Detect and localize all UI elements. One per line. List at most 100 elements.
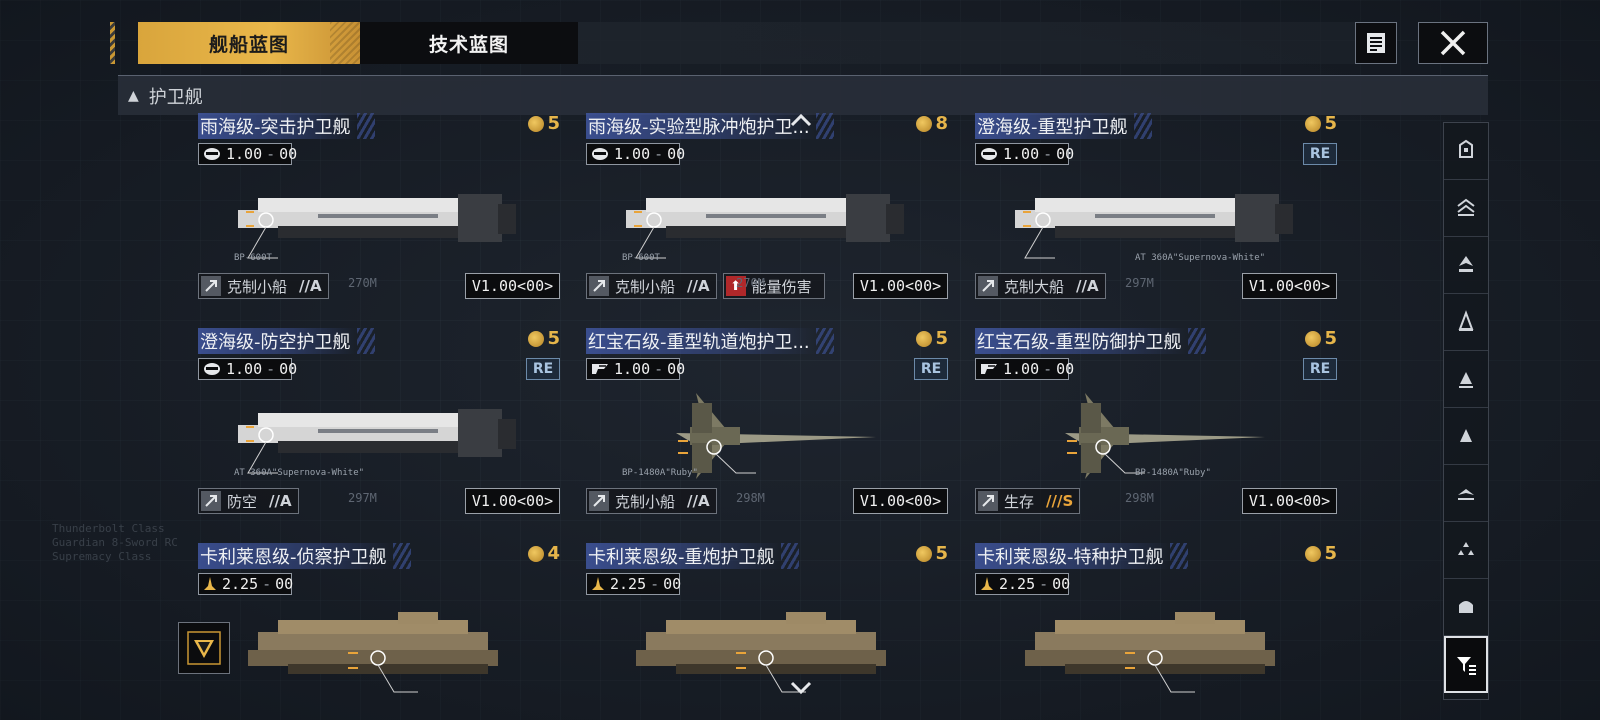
scroll-up-button[interactable] [790,112,812,131]
tech-version-tag: 1.00-00 [198,358,297,380]
sidebar-filter-item[interactable] [1444,522,1488,579]
generic-tech-icon [202,361,222,377]
ship-model-label: BP-1480A"Ruby" [622,468,698,478]
tech-version-tag: 2.25-00 [975,573,1070,595]
sidebar-filter-item[interactable] [1444,123,1488,180]
sidebar-filter-item[interactable] [1444,180,1488,237]
sidebar-filter-item[interactable] [1444,351,1488,408]
ship-tech-icon [590,576,606,592]
generic-tech-icon [590,146,610,162]
blueprint-card[interactable]: 红宝石级-重型防御护卫舰 5 1.00-00 RE BP-1480A"Ruby" … [975,328,1337,528]
close-button[interactable] [1418,22,1488,64]
blueprint-cost: 5 [528,328,560,349]
role-icon [589,491,609,511]
role-icon [201,491,221,511]
ship-model-label: BP-1480A"Ruby" [1135,468,1211,478]
blueprint-coin-icon [1305,330,1322,347]
card-title: 卡利莱恩级-侦察护卫舰 [198,543,410,569]
blueprint-card[interactable]: 卡利莱恩级-重炮护卫舰5 2.25-00 CG-118A [586,543,948,720]
fleet-shortcut-button[interactable] [178,622,230,674]
version-box: V1.00<00> [465,273,560,299]
rail-tech-icon [590,361,610,377]
role-tag: 克制小船 //A [586,488,717,514]
blueprint-coin-icon [528,545,545,562]
ship-blueprint-image [606,598,936,698]
blueprint-card[interactable]: 卡利莱恩级-侦察护卫舰4 2.25-00 CG-118A [198,543,560,720]
card-title: 卡利莱恩级-重炮护卫舰 [586,543,798,569]
role-icon [978,276,998,296]
version-box: V1.00<00> [853,273,948,299]
ship-blueprint-image [995,598,1325,698]
hull-length: 270M [348,276,377,290]
blueprint-cost: 5 [1305,543,1337,564]
hull-length: 298M [1125,491,1154,505]
fleet-emblem-icon [187,631,221,665]
re-badge: RE [914,358,948,380]
role-tag: 克制大船 //A [975,273,1106,299]
hull-length: 270M [736,276,765,290]
sidebar-filter-item[interactable] [1444,579,1488,636]
ship-tech-icon [202,576,218,592]
top-bar-accent [110,22,115,64]
blueprint-cost: 5 [916,543,948,564]
tech-version-tag: 1.00-00 [198,143,297,165]
ship-model-label: BP-600T [622,253,660,263]
blueprint-card[interactable]: 卡利莱恩级-特种护卫舰5 2.25-00 CG-118A [975,543,1337,720]
chevron-down-icon [790,681,812,695]
re-badge: RE [1303,358,1337,380]
blueprint-card[interactable]: 雨海级-突击护卫舰5 1.00-00 BP-600T 克制小船 //A 270 [198,113,560,313]
collapse-triangle-icon: ▲ [128,87,139,104]
scroll-down-button[interactable] [790,680,812,699]
blueprint-cost: 4 [528,543,560,564]
role-tags: 防空 //A [198,488,299,514]
card-title: 雨海级-突击护卫舰 [198,113,374,139]
tech-version-tag: 2.25-00 [586,573,681,595]
generic-tech-icon [979,146,999,162]
hull-length: 297M [348,491,377,505]
hull-length: 298M [736,491,765,505]
blueprint-cost: 5 [916,328,948,349]
tech-version-tag: 1.00-00 [586,358,685,380]
corvette-filter-icon [1460,429,1472,442]
re-badge: RE [1303,143,1337,165]
sidebar-filter-item[interactable] [1444,237,1488,294]
ship-model-label: BP-600T [234,253,272,263]
background-text: Thunderbolt Class Guardian 8-Sword RC Su… [52,522,178,563]
blueprint-cost: 8 [916,113,948,134]
tab-tech-blueprint[interactable]: 技术蓝图 [360,22,578,64]
role-tag: 克制小船 //A [198,273,329,299]
tab-ship-blueprint[interactable]: 舰船蓝图 [138,22,360,64]
role-icon [978,491,998,511]
blueprint-card[interactable]: 雨海级-实验型脉冲炮护卫... 8 1.00-00 BP-600T 克制小船 //… [586,113,948,313]
role-tags: 克制大船 //A [975,273,1106,299]
card-title: 红宝石级-重型轨道炮护卫... [586,328,834,354]
sidebar-filter-item[interactable] [1444,294,1488,351]
document-button[interactable] [1355,22,1397,64]
card-title: 澄海级-重型护卫舰 [975,113,1151,139]
role-icon [589,276,609,296]
cruiser-filter-icon [1459,256,1473,272]
aircraft-filter-icon [1458,489,1474,500]
tech-version-tag: 1.00-00 [975,358,1074,380]
ship-blueprint-image [218,598,548,698]
close-icon [1440,30,1466,56]
role-tags: 生存 ///S [975,488,1081,514]
version-box: V1.00<00> [1242,273,1337,299]
category-header-frigate[interactable]: ▲ 护卫舰 [118,75,1488,115]
filter-list-icon [1457,656,1476,675]
role-tag: 生存 ///S [975,488,1081,514]
version-box: V1.00<00> [1242,488,1337,514]
sidebar-filter-item[interactable] [1444,636,1488,693]
role-icon [201,276,221,296]
card-title: 卡利莱恩级-特种护卫舰 [975,543,1187,569]
sidebar-filter-item[interactable] [1444,408,1488,465]
blueprint-cost: 5 [1305,113,1337,134]
role-tags: 克制小船 //A [586,488,717,514]
rail-tech-icon [979,361,999,377]
ship-model-label: AT 360A"Supernova-White" [234,468,365,478]
blueprint-card[interactable]: 澄海级-防空护卫舰 5 1.00-00 RE AT 360A"Supernova-… [198,328,560,528]
blueprint-card[interactable]: 澄海级-重型护卫舰 5 1.00-00 RE AT 360A"Supernova-… [975,113,1337,313]
blueprint-card[interactable]: 红宝石级-重型轨道炮护卫... 5 1.00-00 RE BP-1480A"Rub… [586,328,948,528]
sidebar-filter-item[interactable] [1444,465,1488,522]
formation-filter-icon [1458,542,1474,555]
